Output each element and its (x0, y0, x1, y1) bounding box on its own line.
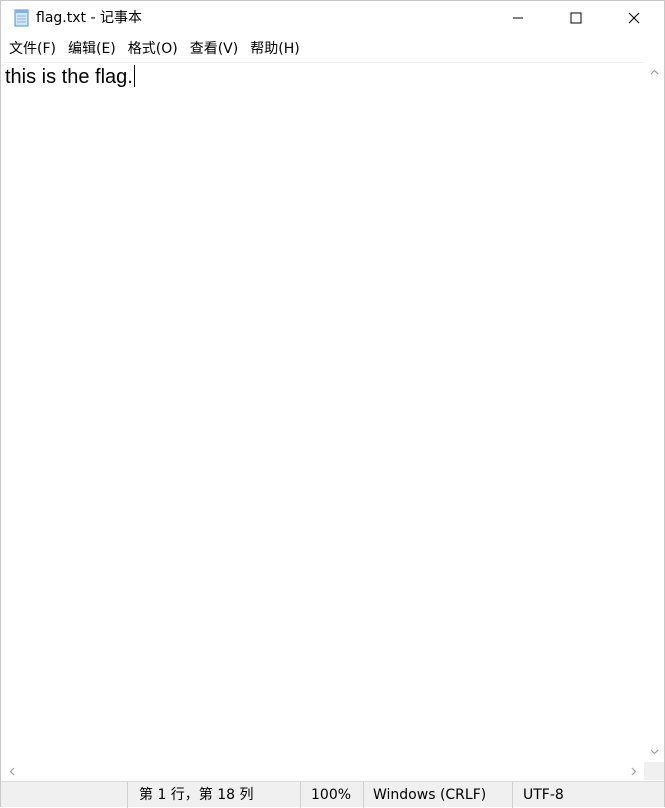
status-bar: 第 1 行，第 18 列 100% Windows (CRLF) UTF-8 (1, 781, 664, 808)
scroll-down-arrow-icon[interactable] (644, 742, 664, 762)
text-editor[interactable]: this is the flag. (2, 62, 644, 762)
editor-content-line: this is the flag. (5, 65, 135, 89)
title-bar[interactable]: flag.txt - 记事本 (1, 1, 664, 35)
notepad-icon (12, 8, 31, 27)
status-divider (127, 782, 128, 808)
scrollbar-corner (644, 762, 664, 780)
menu-view[interactable]: 查看(V) (184, 39, 245, 59)
notepad-window: flag.txt - 记事本 文件(F) 编辑(E) 格式(O) 查看(V) 帮… (0, 0, 665, 808)
scroll-right-arrow-icon[interactable] (624, 762, 644, 780)
menu-file[interactable]: 文件(F) (3, 39, 62, 59)
maximize-icon (570, 9, 582, 28)
minimize-icon (512, 9, 524, 28)
encoding: UTF-8 (523, 787, 564, 803)
cursor-position: 第 1 行，第 18 列 (139, 787, 254, 803)
menu-bar: 文件(F) 编辑(E) 格式(O) 查看(V) 帮助(H) (1, 38, 664, 60)
text-caret (133, 65, 135, 87)
horizontal-scrollbar[interactable] (2, 762, 644, 780)
menu-format[interactable]: 格式(O) (122, 39, 184, 59)
menu-edit[interactable]: 编辑(E) (62, 39, 122, 59)
maximize-button[interactable] (553, 1, 599, 35)
vertical-scrollbar[interactable] (644, 62, 664, 762)
editor-content: this is the flag. (5, 66, 133, 88)
line-ending: Windows (CRLF) (373, 787, 487, 803)
window-title: flag.txt - 记事本 (36, 10, 142, 26)
minimize-button[interactable] (495, 1, 541, 35)
menu-help[interactable]: 帮助(H) (244, 39, 305, 59)
close-button[interactable] (611, 1, 657, 35)
zoom-level: 100% (311, 787, 352, 803)
scroll-up-arrow-icon[interactable] (644, 62, 664, 82)
scroll-left-arrow-icon[interactable] (2, 762, 22, 780)
close-icon (628, 9, 640, 28)
